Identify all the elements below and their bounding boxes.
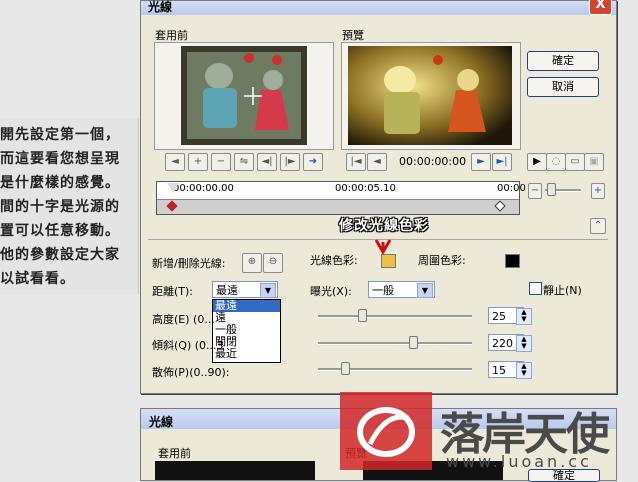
note-line: 而這要看您想呈現 bbox=[0, 151, 120, 167]
cancel-button[interactable]: 取消 bbox=[527, 77, 599, 97]
step-forward-icon[interactable]: ► bbox=[471, 153, 491, 171]
zoom-in-icon[interactable]: + bbox=[591, 183, 605, 199]
dialog-title: 光線 bbox=[148, 0, 173, 14]
dialog-title: 光線 bbox=[149, 415, 174, 429]
height-slider-thumb[interactable] bbox=[358, 309, 367, 322]
ok-button[interactable]: 確定 bbox=[527, 51, 599, 71]
before-label: 套用前 bbox=[158, 447, 191, 460]
preview-frame bbox=[341, 42, 521, 150]
before-image[interactable] bbox=[181, 46, 307, 145]
note-line: 他的參數設定大家 bbox=[0, 247, 120, 263]
distance-dropdown-list[interactable]: 最遠 遠 一般 關閉 最近 bbox=[212, 299, 281, 363]
loop-icon[interactable]: ◌ bbox=[546, 153, 566, 171]
exposure-select[interactable]: 一般 ▼ bbox=[368, 281, 435, 298]
distance-select[interactable]: 最遠 ▼ bbox=[212, 281, 278, 298]
instruction-note: 開先設定第一個， 而這要看您想呈現 是什麼樣的感覺。 間的十字是光源的 置可以任… bbox=[0, 118, 139, 294]
add-remove-label: 新增/刪除光線: bbox=[152, 257, 226, 270]
minus-icon[interactable]: − bbox=[211, 153, 231, 171]
ambient-color-swatch[interactable] bbox=[505, 254, 520, 268]
play-icon[interactable]: ▶ bbox=[527, 153, 547, 171]
note-line: 開先設定第一個， bbox=[0, 127, 120, 143]
height-spinner[interactable]: ▲ ▼ bbox=[516, 308, 532, 325]
go-start-icon[interactable]: |◄ bbox=[346, 153, 366, 171]
timeline-cursor[interactable] bbox=[167, 183, 179, 193]
plus-icon[interactable]: + bbox=[188, 153, 208, 171]
close-button[interactable]: X bbox=[589, 0, 612, 15]
exposure-label: 曝光(X): bbox=[310, 285, 352, 298]
height-slider-track[interactable] bbox=[318, 315, 472, 318]
before-label: 套用前 bbox=[155, 29, 188, 42]
timeline-track[interactable] bbox=[157, 199, 519, 214]
exposure-select-value: 一般 bbox=[372, 284, 394, 297]
note-line: 以試看看。 bbox=[0, 271, 75, 287]
arrow-right-icon[interactable]: ➜ bbox=[303, 153, 323, 171]
timeline[interactable]: 00:00:00.00 00:00:05.10 00:00 bbox=[156, 181, 526, 215]
height-label: 高度(E) (0... bbox=[152, 313, 215, 326]
tilt-spinner[interactable]: ▲ ▼ bbox=[516, 335, 532, 352]
collapse-icon[interactable]: ⌃ bbox=[590, 218, 606, 234]
add-light-button[interactable]: ⊕ bbox=[242, 253, 262, 273]
title-bar: 光線 X bbox=[141, 0, 616, 15]
pointer-arrow-icon bbox=[374, 239, 392, 255]
still-label: 靜止(N) bbox=[543, 284, 582, 297]
before-image bbox=[155, 461, 315, 480]
timecode: 00:00:00:00 bbox=[399, 155, 467, 168]
light-color-label: 光線色彩: bbox=[310, 254, 358, 267]
zoom-slider-thumb[interactable] bbox=[547, 183, 556, 196]
timeline-mid-label: 00:00:05.10 bbox=[335, 183, 396, 194]
caption-banner: 修改光線色彩 bbox=[339, 218, 429, 234]
note-line: 是什麼樣的感覺。 bbox=[0, 175, 120, 191]
keyframe-end-icon[interactable] bbox=[494, 200, 506, 212]
timeline-end-label: 00:00 bbox=[497, 183, 526, 194]
preview-label: 預覽 bbox=[342, 29, 364, 42]
still-checkbox[interactable] bbox=[529, 282, 542, 295]
flip-icon[interactable]: ⇋ bbox=[234, 153, 254, 171]
light-color-swatch[interactable] bbox=[381, 254, 396, 268]
chevron-down-icon[interactable]: ▼ bbox=[260, 283, 276, 298]
before-frame bbox=[154, 42, 334, 150]
tilt-slider-thumb[interactable] bbox=[409, 336, 418, 349]
preview-image bbox=[348, 46, 512, 145]
prev-keyframe-icon[interactable]: ◄| bbox=[257, 153, 277, 171]
tilt-slider-track[interactable] bbox=[318, 342, 472, 345]
distance-select-value: 最遠 bbox=[216, 284, 238, 297]
distance-label: 距離(T): bbox=[152, 285, 194, 298]
timeline-start-label: 00:00:00.00 bbox=[173, 183, 234, 194]
watermark-logo bbox=[340, 392, 432, 470]
next-keyframe-icon[interactable]: |► bbox=[280, 153, 300, 171]
step-back-icon[interactable]: ◄ bbox=[367, 153, 387, 171]
spread-spinner[interactable]: ▲ ▼ bbox=[516, 362, 532, 379]
go-end-icon[interactable]: ►| bbox=[492, 153, 512, 171]
watermark-url: www.luoan.cc bbox=[446, 452, 592, 471]
ambient-color-label: 周圍色彩: bbox=[418, 254, 466, 267]
note-line: 間的十字是光源的 bbox=[0, 199, 120, 215]
remove-light-button[interactable]: ⊖ bbox=[263, 253, 283, 273]
spread-label: 散佈(P)(0..90): bbox=[152, 366, 230, 379]
chevron-down-icon[interactable]: ▼ bbox=[417, 283, 433, 298]
arrow-left-icon[interactable]: ◄ bbox=[165, 153, 185, 171]
tilt-label: 傾斜(Q) (0...3 bbox=[152, 339, 224, 352]
settings-icon[interactable]: ▣ bbox=[584, 153, 604, 171]
zoom-out-icon[interactable]: − bbox=[528, 183, 542, 199]
keyframe-start-icon[interactable] bbox=[166, 200, 178, 212]
spread-slider-thumb[interactable] bbox=[341, 362, 350, 375]
note-line: 置可以任意移動。 bbox=[0, 223, 120, 239]
monitor-icon[interactable]: ▭ bbox=[565, 153, 585, 171]
